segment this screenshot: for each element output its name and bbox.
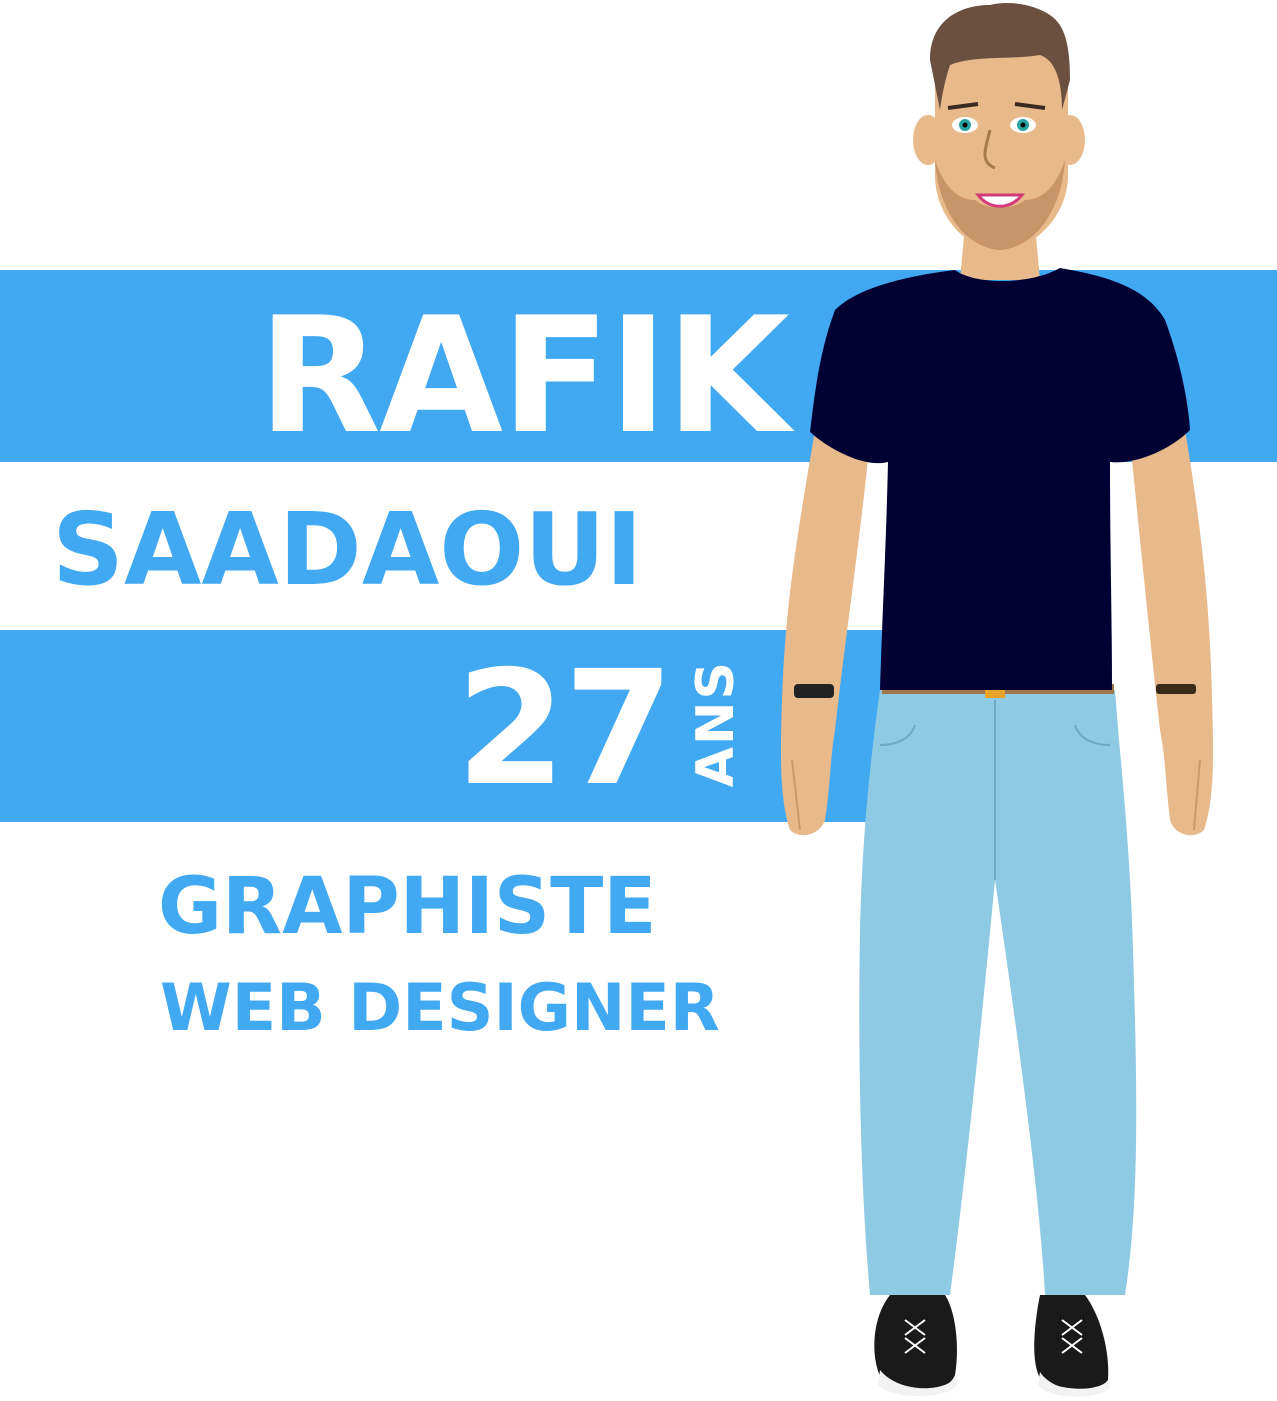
role-title: GRAPHISTE bbox=[158, 862, 657, 952]
last-name: SAADAOUI bbox=[52, 491, 643, 608]
cartoon-man-avatar-icon bbox=[780, 3, 1214, 1397]
first-name: RAFIK bbox=[258, 282, 790, 469]
age-unit: ANS bbox=[686, 660, 746, 788]
role-subtitle: WEB DESIGNER bbox=[160, 971, 720, 1046]
age-number: 27 bbox=[456, 637, 674, 821]
